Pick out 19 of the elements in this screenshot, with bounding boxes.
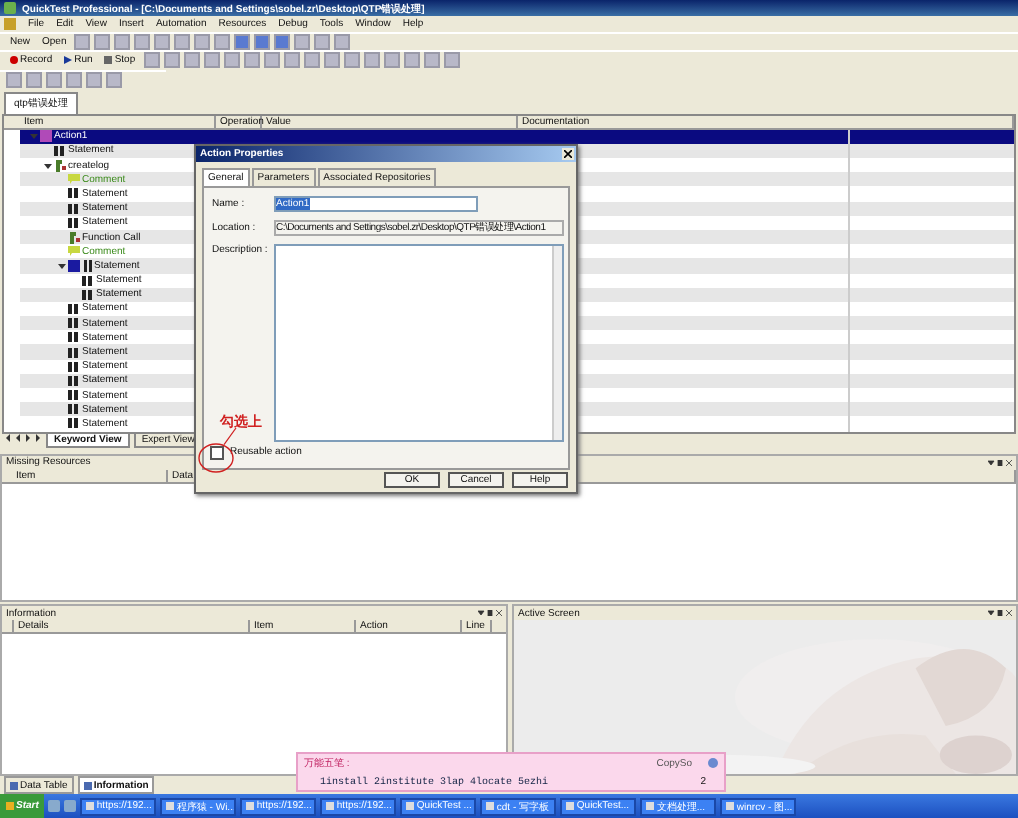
ime-settings-icon[interactable] xyxy=(708,758,718,769)
checkbox[interactable] xyxy=(210,445,224,460)
panel-controls-icon[interactable] xyxy=(478,610,502,616)
close-button[interactable] xyxy=(562,147,574,160)
document-icon xyxy=(4,18,16,31)
comment-icon xyxy=(68,246,80,257)
function-icon xyxy=(68,231,80,244)
panel-controls-icon[interactable] xyxy=(988,459,1012,466)
expander-icon[interactable] xyxy=(44,161,52,170)
description-field[interactable] xyxy=(274,243,564,442)
app-icon xyxy=(4,2,16,15)
statement-icon xyxy=(54,145,66,156)
panel-controls-icon[interactable] xyxy=(988,610,1012,616)
action-icon xyxy=(40,130,52,143)
comment-icon xyxy=(68,174,80,185)
tab-scroll-icon[interactable] xyxy=(6,434,42,447)
statement-block-icon xyxy=(68,259,92,272)
scrollbar[interactable] xyxy=(552,245,562,440)
function-icon xyxy=(54,159,66,172)
